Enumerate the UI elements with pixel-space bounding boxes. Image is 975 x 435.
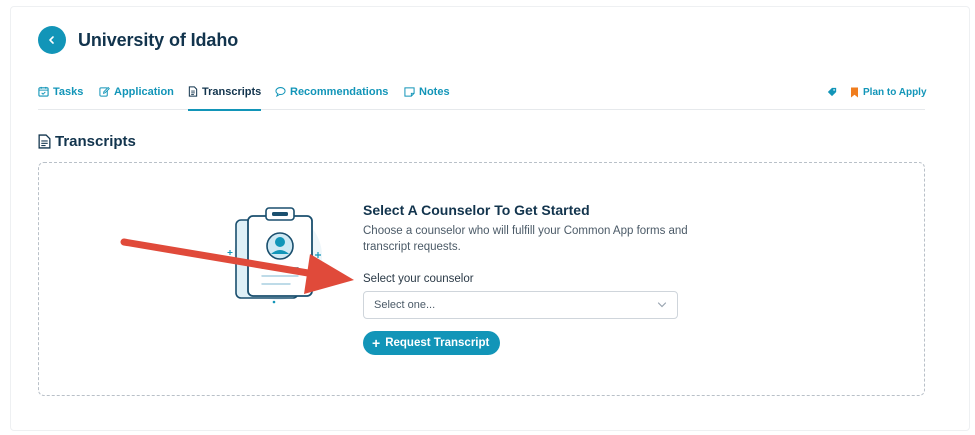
request-transcript-button[interactable]: + Request Transcript — [363, 331, 501, 355]
page-header: University of Idaho — [38, 26, 238, 54]
panel-description: Choose a counselor who will fulfill your… — [363, 225, 688, 253]
note-icon — [404, 87, 415, 97]
request-transcript-label: Request Transcript — [385, 337, 490, 349]
transcripts-panel — [38, 162, 925, 396]
tab-label: Notes — [419, 86, 450, 98]
calendar-check-icon — [38, 86, 49, 97]
tab-label: Tasks — [53, 86, 84, 98]
tab-label: Transcripts — [202, 86, 262, 98]
edit-icon — [99, 86, 110, 97]
counselor-panel: Select A Counselor To Get Started Choose… — [363, 202, 733, 255]
tab-notes[interactable]: Notes — [404, 86, 450, 110]
bookmark-icon — [851, 87, 858, 98]
counselor-select-value: Select one... — [374, 299, 436, 311]
tab-application[interactable]: Application — [99, 86, 174, 110]
tag-icon — [827, 87, 837, 97]
plus-icon: + — [372, 335, 381, 351]
counselor-select[interactable]: Select one... — [363, 291, 678, 319]
back-button[interactable] — [38, 26, 66, 54]
plan-to-apply-label: Plan to Apply — [863, 87, 927, 98]
chevron-left-icon — [49, 36, 54, 44]
panel-heading: Select A Counselor To Get Started — [363, 202, 590, 218]
section-title-text: Transcripts — [55, 133, 136, 150]
tab-label: Recommendations — [290, 86, 389, 98]
chevron-down-icon — [657, 302, 667, 308]
plan-to-apply-button[interactable]: Plan to Apply — [850, 87, 927, 98]
tab-tasks[interactable]: Tasks — [38, 86, 83, 110]
section-title: Transcripts — [38, 133, 136, 150]
tab-recommendations[interactable]: Recommendations — [275, 86, 388, 110]
tab-bar: Tasks Application Transcripts Recommenda… — [38, 86, 927, 111]
file-text-icon — [38, 134, 51, 149]
clipboard-id-illustration — [227, 207, 324, 304]
tag-button[interactable] — [827, 87, 837, 97]
page-title: University of Idaho — [78, 29, 239, 50]
counselor-select-label: Select your counselor — [363, 273, 474, 285]
tab-label: Application — [114, 86, 174, 98]
tab-transcripts[interactable]: Transcripts — [188, 86, 262, 111]
speech-bubble-icon — [275, 87, 286, 97]
file-text-icon — [188, 86, 198, 97]
